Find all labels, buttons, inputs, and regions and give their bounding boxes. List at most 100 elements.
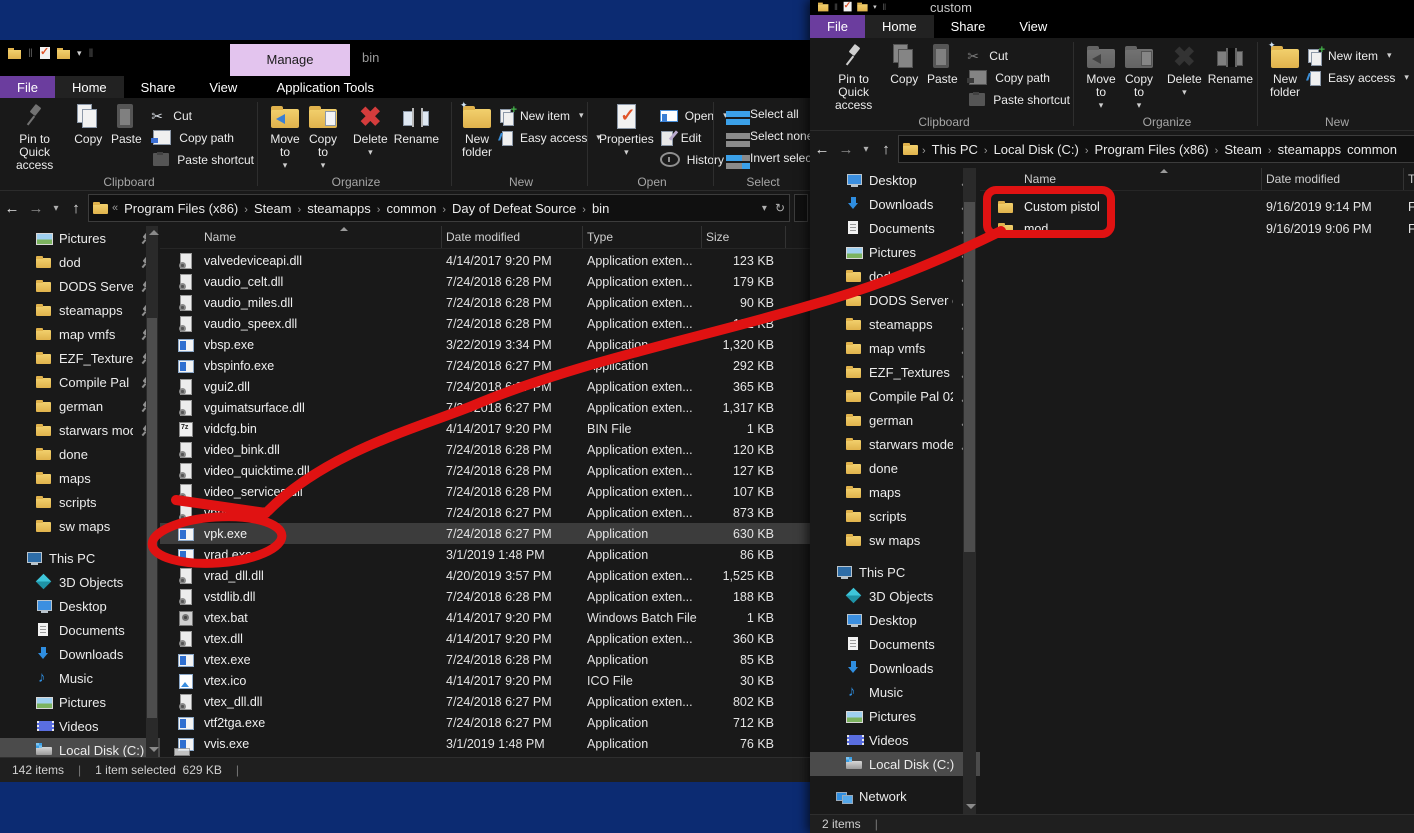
column-header-name[interactable]: Name bbox=[1020, 168, 1262, 190]
file-row[interactable]: vtex.ico 4/14/2017 9:20 PM ICO File 30 K… bbox=[160, 670, 810, 691]
breadcrumb-segment[interactable]: steamapps› bbox=[304, 201, 383, 216]
sidebar-item[interactable]: german bbox=[810, 408, 980, 432]
sidebar-item[interactable]: starwars models bbox=[810, 432, 980, 456]
sidebar-item[interactable]: Pictures bbox=[810, 704, 980, 728]
scrollbar-thumb[interactable] bbox=[964, 202, 975, 552]
file-row[interactable]: vstdlib.dll 7/24/2018 6:28 PM Applicatio… bbox=[160, 586, 810, 607]
sidebar-item[interactable]: EZF_Textures bbox=[0, 346, 160, 370]
chevron-right-icon[interactable]: › bbox=[1212, 145, 1222, 157]
new-item-button[interactable]: + New item bbox=[1306, 47, 1409, 64]
scrollbar-thumb[interactable] bbox=[147, 318, 157, 718]
ribbon-tab[interactable]: View bbox=[1002, 15, 1064, 38]
file-row[interactable]: vtex.dll 4/14/2017 9:20 PM Application e… bbox=[160, 628, 810, 649]
manage-contextual-tab[interactable]: Manage bbox=[230, 44, 350, 76]
column-header-size[interactable]: Size bbox=[702, 226, 786, 248]
cut-button[interactable]: ✂ Cut bbox=[151, 107, 254, 124]
new-item-button[interactable]: + New item bbox=[498, 107, 601, 124]
chevron-down-icon[interactable]: ▾ bbox=[77, 48, 82, 59]
file-row[interactable]: vpk.exe 7/24/2018 6:27 PM Application 63… bbox=[160, 523, 810, 544]
sidebar-scrollbar[interactable] bbox=[963, 168, 976, 815]
delete-button[interactable]: ✖ Delete bbox=[1164, 40, 1205, 101]
sidebar-item[interactable]: Local Disk (C:) bbox=[0, 738, 160, 758]
column-header-type[interactable]: Type bbox=[583, 226, 702, 248]
sidebar-item[interactable]: scripts bbox=[0, 490, 160, 514]
file-row[interactable]: vvis.exe 3/1/2019 1:48 PM Application 76… bbox=[160, 733, 810, 754]
recent-locations-button[interactable]: ▾ bbox=[858, 144, 874, 155]
scroll-up-icon[interactable] bbox=[149, 230, 159, 235]
paste-button[interactable]: Paste bbox=[107, 100, 145, 148]
sidebar-item[interactable]: done bbox=[0, 442, 160, 466]
move-to-button[interactable]: Move to bbox=[266, 100, 304, 174]
chevron-down-icon[interactable]: ▾ bbox=[873, 2, 877, 11]
rename-button[interactable]: Rename bbox=[1205, 40, 1256, 88]
sidebar-item[interactable]: EZF_Textures bbox=[810, 360, 980, 384]
sidebar-item[interactable]: Music bbox=[0, 666, 160, 690]
invert-selection-button[interactable]: Invert selection bbox=[724, 149, 806, 166]
sidebar-item[interactable]: map vmfs bbox=[0, 322, 160, 346]
new-folder-button[interactable]: ✦ New folder bbox=[1266, 40, 1304, 101]
sidebar-item[interactable]: map vmfs bbox=[810, 336, 980, 360]
sidebar-item[interactable]: sw maps bbox=[0, 514, 160, 538]
cut-button[interactable]: ✂ Cut bbox=[967, 47, 1070, 64]
paste-shortcut-button[interactable]: Paste shortcut bbox=[151, 151, 254, 168]
pin-to-quick-access-button[interactable]: Pin to Quick access bbox=[0, 100, 69, 174]
breadcrumb-segment[interactable]: Program Files (x86)› bbox=[121, 201, 251, 216]
column-header-type[interactable]: Type bbox=[1404, 168, 1414, 190]
breadcrumb[interactable]: « Program Files (x86)›Steam›steamapps›co… bbox=[88, 194, 790, 222]
file-row[interactable]: vrad.exe 3/1/2019 1:48 PM Application 86… bbox=[160, 544, 810, 565]
sidebar-item[interactable]: Documents bbox=[0, 618, 160, 642]
chevron-right-icon[interactable]: › bbox=[981, 145, 991, 157]
sidebar-item[interactable]: Music bbox=[810, 680, 980, 704]
file-row[interactable]: valvedeviceapi.dll 4/14/2017 9:20 PM App… bbox=[160, 250, 810, 271]
sidebar-item[interactable]: Videos bbox=[0, 714, 160, 738]
paste-button[interactable]: Paste bbox=[923, 40, 961, 88]
chevron-right-icon[interactable]: › bbox=[439, 204, 449, 216]
up-button[interactable]: ↑ bbox=[64, 200, 88, 217]
chevron-right-icon[interactable]: › bbox=[241, 204, 251, 216]
title-bar[interactable]: ‖ ▾ ‖ custom bbox=[810, 0, 1414, 15]
breadcrumb-segment[interactable]: Day of Defeat Source› bbox=[449, 201, 589, 216]
breadcrumb-segment[interactable]: ›steamapps bbox=[1265, 142, 1344, 157]
sidebar-item[interactable]: 3D Objects bbox=[0, 570, 160, 594]
file-row[interactable]: vtex_dll.dll 7/24/2018 6:27 PM Applicati… bbox=[160, 691, 810, 712]
column-header-date[interactable]: Date modified bbox=[442, 226, 583, 248]
sidebar-item[interactable]: This PC bbox=[810, 560, 980, 584]
file-row[interactable]: video_services.dll 7/24/2018 6:28 PM App… bbox=[160, 481, 810, 502]
sidebar-item[interactable]: Desktop bbox=[0, 594, 160, 618]
sidebar-item[interactable]: dod bbox=[0, 250, 160, 274]
sidebar-item[interactable]: Local Disk (C:) bbox=[810, 752, 980, 776]
folder-icon[interactable] bbox=[8, 48, 21, 59]
sidebar-item[interactable]: Downloads bbox=[0, 642, 160, 666]
sidebar-item[interactable]: Documents bbox=[810, 216, 980, 240]
sidebar-item[interactable]: Pictures bbox=[0, 690, 160, 714]
new-folder-icon[interactable] bbox=[857, 2, 867, 11]
delete-button[interactable]: ✖ Delete bbox=[350, 100, 391, 161]
new-folder-button[interactable]: ✦ New folder bbox=[458, 100, 496, 161]
easy-access-button[interactable]: Easy access bbox=[498, 129, 601, 146]
sidebar-item[interactable]: Downloads bbox=[810, 192, 980, 216]
copy-path-button[interactable]: Copy path bbox=[151, 129, 254, 146]
file-row[interactable]: vrad_dll.dll 4/20/2019 3:57 PM Applicati… bbox=[160, 565, 810, 586]
file-row[interactable]: vtex.exe 7/24/2018 6:28 PM Application 8… bbox=[160, 649, 810, 670]
ribbon-tab[interactable]: File bbox=[810, 15, 865, 38]
easy-access-button[interactable]: Easy access bbox=[1306, 69, 1409, 86]
file-row[interactable]: vbsp.exe 3/22/2019 3:34 PM Application 1… bbox=[160, 334, 810, 355]
chevron-right-icon[interactable]: › bbox=[1265, 145, 1275, 157]
sidebar-item[interactable]: Videos bbox=[810, 728, 980, 752]
column-header-date[interactable]: Date modified bbox=[1262, 168, 1404, 190]
file-row[interactable]: vtf2tga.exe 7/24/2018 6:27 PM Applicatio… bbox=[160, 712, 810, 733]
sidebar-item[interactable]: sw maps bbox=[810, 528, 980, 552]
file-row[interactable]: vaudio_speex.dll 7/24/2018 6:28 PM Appli… bbox=[160, 313, 810, 334]
sidebar-item[interactable]: Documents bbox=[810, 632, 980, 656]
chevron-right-icon[interactable]: › bbox=[374, 204, 384, 216]
sidebar-item[interactable]: DODS Server o bbox=[0, 274, 160, 298]
breadcrumb-segment[interactable]: ›This PC bbox=[919, 142, 981, 157]
paste-shortcut-button[interactable]: Paste shortcut bbox=[967, 91, 1070, 108]
file-row[interactable]: vbspinfo.exe 7/24/2018 6:27 PM Applicati… bbox=[160, 355, 810, 376]
chevron-right-icon[interactable]: › bbox=[579, 204, 589, 216]
ribbon-tab[interactable]: View bbox=[192, 76, 254, 98]
copy-button[interactable]: Copy bbox=[69, 100, 107, 148]
file-row[interactable]: video_bink.dll 7/24/2018 6:28 PM Applica… bbox=[160, 439, 810, 460]
refresh-icon[interactable]: ↻ bbox=[775, 201, 785, 215]
sidebar-item[interactable]: Network bbox=[810, 784, 980, 808]
